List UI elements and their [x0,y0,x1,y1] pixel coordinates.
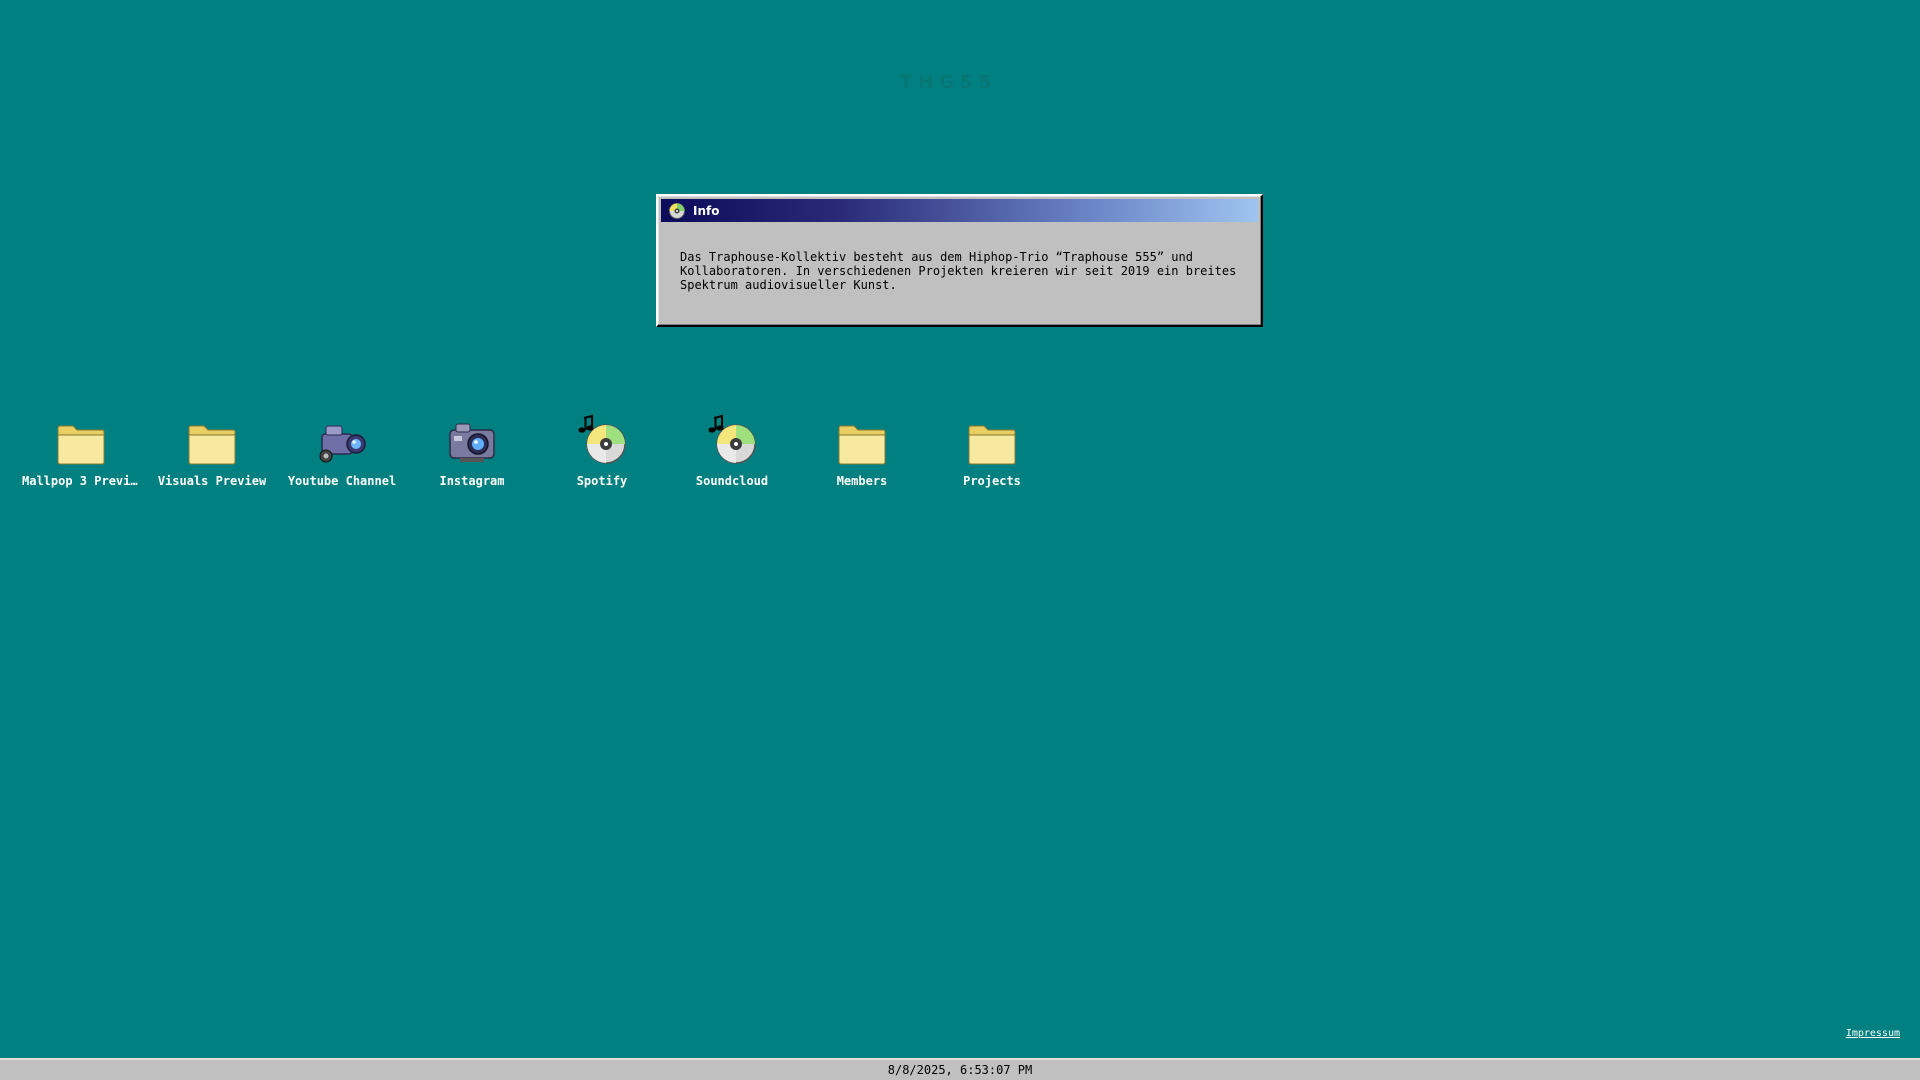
icon-label: Visuals Preview [157,474,267,488]
desktop: THG55 Info Das Traphouse-Kollektiv beste… [0,0,1920,1080]
taskbar-clock: 8/8/2025, 6:53:07 PM [887,1063,1033,1077]
cd-icon [669,202,685,219]
folder-icon [968,425,1016,465]
desktop-icon-visuals-preview[interactable]: Visuals Preview [153,414,271,494]
desktop-icon-projects[interactable]: Projects [933,414,1051,494]
desktop-icon-instagram[interactable]: Instagram [413,414,531,494]
icon-label: Spotify [576,474,628,488]
folder-icon [188,425,236,465]
desktop-icon-youtube-channel[interactable]: Youtube Channel [283,414,401,494]
info-dialog: Info Das Traphouse-Kollektiv besteht aus… [656,194,1263,327]
icon-label: Members [836,474,888,488]
icon-label: Youtube Channel [287,474,397,488]
folder-icon [57,425,105,465]
dialog-title: Info [693,203,720,218]
icon-label: Instagram [439,474,505,488]
desktop-icon-soundcloud[interactable]: Soundcloud [673,414,791,494]
dialog-body-text: Das Traphouse-Kollektiv besteht aus dem … [680,250,1237,292]
music-cd-icon [708,414,756,464]
desktop-icon-mallpop-3-preview[interactable]: Mallpop 3 Preview [22,414,140,494]
icon-label: Projects [963,474,1021,488]
desktop-icon-spotify[interactable]: Spotify [543,414,661,494]
impressum-link[interactable]: Impressum [1846,1028,1900,1039]
icon-label: Mallpop 3 Preview [22,474,140,488]
photo-camera-icon [449,423,495,462]
dialog-titlebar[interactable]: Info [661,199,1258,222]
icon-label: Soundcloud [695,474,769,488]
music-cd-icon [578,414,626,464]
video-camera-icon [319,425,366,463]
folder-icon [838,425,886,465]
taskbar: 8/8/2025, 6:53:07 PM [0,1058,1920,1080]
desktop-logo: THG55 [900,72,998,93]
desktop-icon-members[interactable]: Members [803,414,921,494]
